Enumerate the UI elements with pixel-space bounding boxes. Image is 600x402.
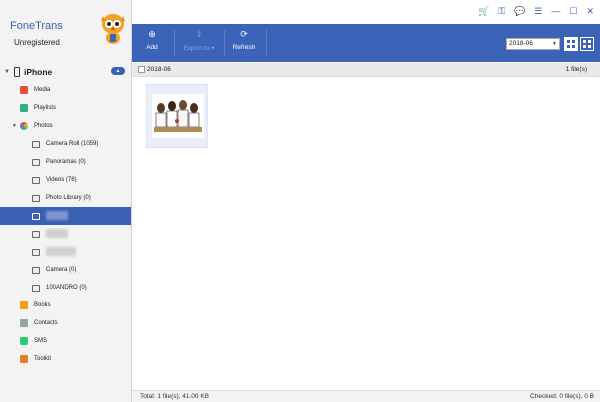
media-icon	[20, 86, 28, 94]
grid-view-button[interactable]	[564, 37, 578, 51]
refresh-icon: ⟳	[240, 29, 248, 39]
add-icon: ⊕	[148, 29, 156, 39]
eject-icon[interactable]: ▲	[111, 67, 125, 75]
sidebar-item-label: Videos (78)	[46, 177, 77, 183]
expand-triangle-icon[interactable]: ▼	[12, 123, 17, 129]
sidebar-item-album[interactable]: Videos (78)	[0, 171, 131, 189]
sidebar-item-label: Contacts	[34, 320, 58, 326]
album-icon	[32, 212, 40, 220]
sidebar-item-contacts[interactable]: Contacts	[0, 314, 131, 332]
sidebar-item-label: Books	[34, 302, 51, 308]
export-button[interactable]: ⇪ Export to ▾	[176, 29, 222, 52]
large-grid-view-button[interactable]	[580, 37, 594, 51]
photos-icon	[19, 122, 28, 130]
sidebar-item-label: Media	[34, 87, 51, 93]
refresh-button-label: Refresh	[232, 44, 256, 51]
grid-icon	[567, 40, 575, 48]
group-file-count: 1 file(s)	[565, 66, 587, 73]
photo-thumbnail[interactable]	[146, 84, 208, 148]
album-icon	[32, 248, 40, 256]
sidebar-item-toolkit[interactable]: Toolkit	[0, 350, 131, 368]
chat-icon[interactable]: 💬	[514, 6, 525, 16]
toolbar: ⊕ Add ⇪ Export to ▾ ⟳ Refresh 2018-06 ▼	[132, 24, 600, 62]
sidebar-item-playlists[interactable]: Playlists	[0, 99, 131, 117]
album-icon	[32, 266, 40, 274]
redacted-album-name	[46, 210, 68, 222]
album-icon	[32, 230, 40, 238]
playlist-icon	[20, 104, 28, 112]
toolkit-icon	[20, 355, 28, 363]
sidebar-item-label: 100ANDRO (0)	[46, 285, 87, 291]
close-icon[interactable]: ✕	[586, 6, 594, 16]
toolbar-divider	[174, 30, 175, 56]
date-group-header: 2018-06 1 file(s)	[132, 63, 600, 77]
album-icon	[32, 140, 40, 148]
books-icon	[20, 301, 28, 309]
sidebar-item-label: Photos	[33, 123, 53, 129]
group-date: 2018-06	[147, 66, 171, 73]
sidebar-item-label: Photo Library (0)	[46, 195, 91, 201]
month-select[interactable]: 2018-06 ▼	[506, 38, 560, 50]
export-button-label: Export to ▾	[183, 45, 215, 52]
maximize-icon[interactable]: ☐	[569, 6, 577, 16]
album-icon	[32, 194, 40, 202]
sidebar-item-album[interactable]: Photo Library (0)	[0, 189, 131, 207]
sidebar-item-label: Camera Roll (1059)	[46, 141, 99, 147]
checked-files-status: Checked: 0 file(s), 0 B	[530, 393, 594, 400]
collapse-triangle-icon[interactable]: ▼	[4, 69, 10, 75]
sidebar-item-album-selected[interactable]	[0, 207, 131, 225]
photo-image	[152, 94, 204, 138]
chevron-down-icon: ▼	[552, 41, 557, 47]
sidebar-item-label: Playlists	[34, 105, 57, 111]
sidebar-item-media[interactable]: Media	[0, 81, 131, 99]
sidebar-item-label: Toolkit	[34, 356, 52, 362]
group-checkbox[interactable]	[138, 66, 145, 73]
cart-icon[interactable]: 🛒	[478, 6, 489, 16]
mascot-logo	[101, 14, 125, 44]
redacted-album-name	[46, 228, 68, 240]
sidebar-item-label: SMS	[34, 338, 48, 344]
sidebar-item-album[interactable]: Camera Roll (1059)	[0, 135, 131, 153]
export-icon: ⇪	[195, 29, 203, 39]
sidebar-item-album[interactable]: Panoramas (0)	[0, 153, 131, 171]
grid-icon	[583, 40, 591, 48]
redacted-album-name	[46, 246, 76, 258]
refresh-button[interactable]: ⟳ Refresh	[224, 29, 264, 51]
sidebar-item-album[interactable]	[0, 243, 131, 261]
key-icon[interactable]: ⚿	[498, 6, 505, 16]
sidebar: FoneTrans Unregistered ▼ iPhone ▲ Media …	[0, 0, 132, 402]
registration-status[interactable]: Unregistered	[14, 38, 60, 47]
add-button[interactable]: ⊕ Add	[132, 29, 172, 51]
status-bar: Total: 1 file(s), 41.00 KB Checked: 0 fi…	[132, 390, 600, 402]
month-select-value: 2018-06	[509, 40, 533, 47]
contacts-icon	[20, 319, 28, 327]
album-icon	[32, 284, 40, 292]
menu-icon[interactable]: ☰	[534, 6, 542, 16]
minimize-icon[interactable]: —	[551, 6, 560, 16]
title-bar: 🛒 ⚿ 💬 ☰ — ☐ ✕	[132, 0, 600, 24]
sidebar-item-label: Panoramas (0)	[46, 159, 86, 165]
add-button-label: Add	[146, 44, 158, 51]
sidebar-item-album[interactable]	[0, 225, 131, 243]
device-name: iPhone	[23, 67, 53, 77]
sidebar-item-label: Camera (0)	[46, 267, 77, 273]
sidebar-item-books[interactable]: Books	[0, 296, 131, 314]
app-brand: FoneTrans	[10, 20, 63, 32]
toolbar-divider	[266, 30, 267, 56]
album-icon	[32, 158, 40, 166]
device-iphone[interactable]: ▼ iPhone ▲	[0, 64, 131, 80]
sms-icon	[20, 337, 28, 345]
album-icon	[32, 176, 40, 184]
sidebar-item-photos[interactable]: ▼ Photos	[0, 117, 131, 135]
sidebar-item-album[interactable]: Camera (0)	[0, 261, 131, 279]
iphone-icon	[13, 67, 20, 77]
sidebar-item-sms[interactable]: SMS	[0, 332, 131, 350]
sidebar-item-album[interactable]: 100ANDRO (0)	[0, 279, 131, 297]
total-files-status: Total: 1 file(s), 41.00 KB	[140, 393, 210, 400]
